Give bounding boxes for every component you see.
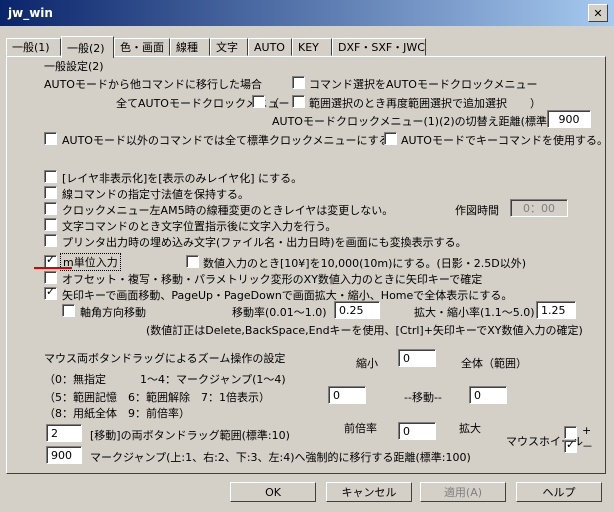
wheel-plus-label: + [582, 424, 592, 437]
help-button[interactable]: ヘルプ [516, 482, 602, 502]
am5-layer-checkbox[interactable] [44, 202, 57, 215]
paren-close: ） [530, 97, 541, 110]
red-annotation-line [34, 267, 72, 269]
auto-mode-label: AUTOモードから他コマンドに移行した場合 [44, 78, 262, 91]
keep-dim-label: 線コマンドの指定寸法値を保持する。 [62, 188, 249, 201]
text-pos-checkbox[interactable] [44, 218, 57, 231]
printer-embed-label: プリンタ出力時の埋め込み文字(ファイル名・出力日時)を画面にも変換表示する。 [62, 236, 467, 249]
legend-range: （5：範囲記憶 6：範囲解除 7：1倍表示） [44, 391, 270, 404]
left-move-input[interactable]: 0 [328, 386, 366, 404]
shrink-label: 縮小 [356, 357, 378, 370]
std-clock-label: AUTOモード以外のコマンドでは全て標準クロックメニューにする。 [62, 134, 401, 147]
text-pos-label: 文字コマンドのとき文字位置指示後に文字入力を行う。 [62, 220, 337, 233]
tab-line-type[interactable]: 線種 [170, 38, 210, 56]
tab-color-screen[interactable]: 色・画面 [114, 38, 170, 56]
legend-none: （0：無指定 [44, 373, 106, 386]
ok-button[interactable]: OK [230, 482, 316, 502]
legend-paper: （8：用紙全体 9：前倍率） [44, 407, 190, 420]
enlarge-label: 拡大 [459, 422, 481, 435]
select-auto-clock-label: コマンド選択をAUTOモードクロックメニュー [309, 78, 538, 91]
shrink-input[interactable]: 0 [398, 349, 436, 367]
title-bar: jw_win ✕ [0, 0, 614, 26]
range-add-label: 範囲選択のとき再度範囲選択で追加選択 [309, 97, 507, 110]
offset-arrow-label: オフセット・複写・移動・パラメトリック変形のXY数値入力のときに矢印キーで確定 [62, 273, 483, 286]
keep-dim-checkbox[interactable] [44, 186, 57, 199]
num-input-10-checkbox[interactable] [186, 255, 199, 268]
printer-embed-checkbox[interactable] [44, 234, 57, 247]
jump-distance-input[interactable]: 900 [46, 446, 82, 464]
am5-layer-label: クロックメニュー左AM5時の線種変更のときレイヤは変更しない。 [62, 204, 394, 217]
whole-label: 全体（範囲） [461, 357, 527, 370]
draw-time-label: 作図時間 [455, 204, 499, 217]
layer-hide-label: [レイヤ非表示化]を[表示のみレイヤ化] にする。 [62, 172, 303, 185]
switch-distance-label: AUTOモードクロックメニュー(1)(2)の切替え距離(標準:100) [272, 115, 576, 128]
window-title: jw_win [8, 6, 53, 20]
zoom-title: マウス両ボタンドラッグによるズーム操作の設定 [44, 352, 286, 365]
wheel-minus-checkbox[interactable] [564, 438, 577, 453]
move-label: --移動-- [404, 391, 442, 404]
zoom-rate-label: 拡大・縮小率(1.1～5.0) [414, 306, 535, 319]
key-command-label: AUTOモードでキーコマンドを使用する。 [401, 134, 608, 147]
all-auto-menu-checkbox[interactable] [252, 95, 265, 108]
zoom-rate-input[interactable]: 1.25 [536, 301, 576, 319]
apply-button[interactable]: 適用(A) [420, 482, 506, 502]
draw-time-field: 0：00 [510, 199, 568, 217]
note-label: (数値訂正はDelete,BackSpace,Endキーを使用、[Ctrl]+矢… [146, 324, 583, 337]
drag-range-label: [移動]の両ボタンドラッグ範囲(標準:10) [90, 429, 290, 442]
layer-hide-checkbox[interactable] [44, 170, 57, 183]
num-input-10-label: 数値入力のとき[10¥]を10,000(10m)にする。(日影・2.5D以外) [203, 257, 527, 270]
offset-arrow-checkbox[interactable] [44, 271, 57, 284]
tab-general-1[interactable]: 一般(1) [6, 38, 61, 56]
paren-open: （ [268, 97, 279, 110]
tab-key[interactable]: KEY [292, 38, 332, 56]
std-clock-checkbox[interactable] [44, 132, 57, 145]
legend-markjump: 1～4：マークジャンプ(1～4) [140, 373, 286, 386]
wheel-minus-label: － [582, 440, 593, 453]
close-icon: ✕ [593, 6, 603, 20]
move-rate-input[interactable]: 0.25 [334, 301, 380, 319]
move-rate-label: 移動率(0.01～1.0) [232, 306, 327, 319]
cancel-button[interactable]: キャンセル [326, 482, 412, 502]
close-button[interactable]: ✕ [588, 4, 608, 22]
section-title: 一般設定(2) [44, 60, 104, 73]
tab-text[interactable]: 文字 [210, 38, 248, 56]
axis-move-label: 軸角方向移動 [80, 306, 146, 319]
drag-range-input[interactable]: 2 [46, 424, 82, 442]
switch-distance-input[interactable]: 900 [547, 110, 591, 128]
prev-rate-label: 前倍率 [344, 422, 377, 435]
key-command-checkbox[interactable] [384, 132, 397, 145]
arrow-screen-checkbox[interactable] [44, 285, 57, 300]
range-add-checkbox[interactable] [292, 95, 305, 108]
select-auto-clock-checkbox[interactable] [292, 76, 305, 89]
right-move-input[interactable]: 0 [469, 386, 507, 404]
axis-move-checkbox[interactable] [62, 304, 75, 317]
tab-general-2[interactable]: 一般(2) [61, 36, 114, 58]
prev-rate-input[interactable]: 0 [398, 422, 436, 440]
tab-dxf-sxf-jwc[interactable]: DXF・SXF・JWC [332, 38, 426, 56]
tab-auto[interactable]: AUTO [248, 38, 292, 56]
jump-distance-label: マークジャンプ(上:1、右:2、下:3、左:4)へ強制的に移行する距離(標準:1… [90, 451, 471, 464]
arrow-screen-label: 矢印キーで画面移動、PageUp・PageDownで画面拡大・縮小、Homeで全… [62, 289, 513, 302]
